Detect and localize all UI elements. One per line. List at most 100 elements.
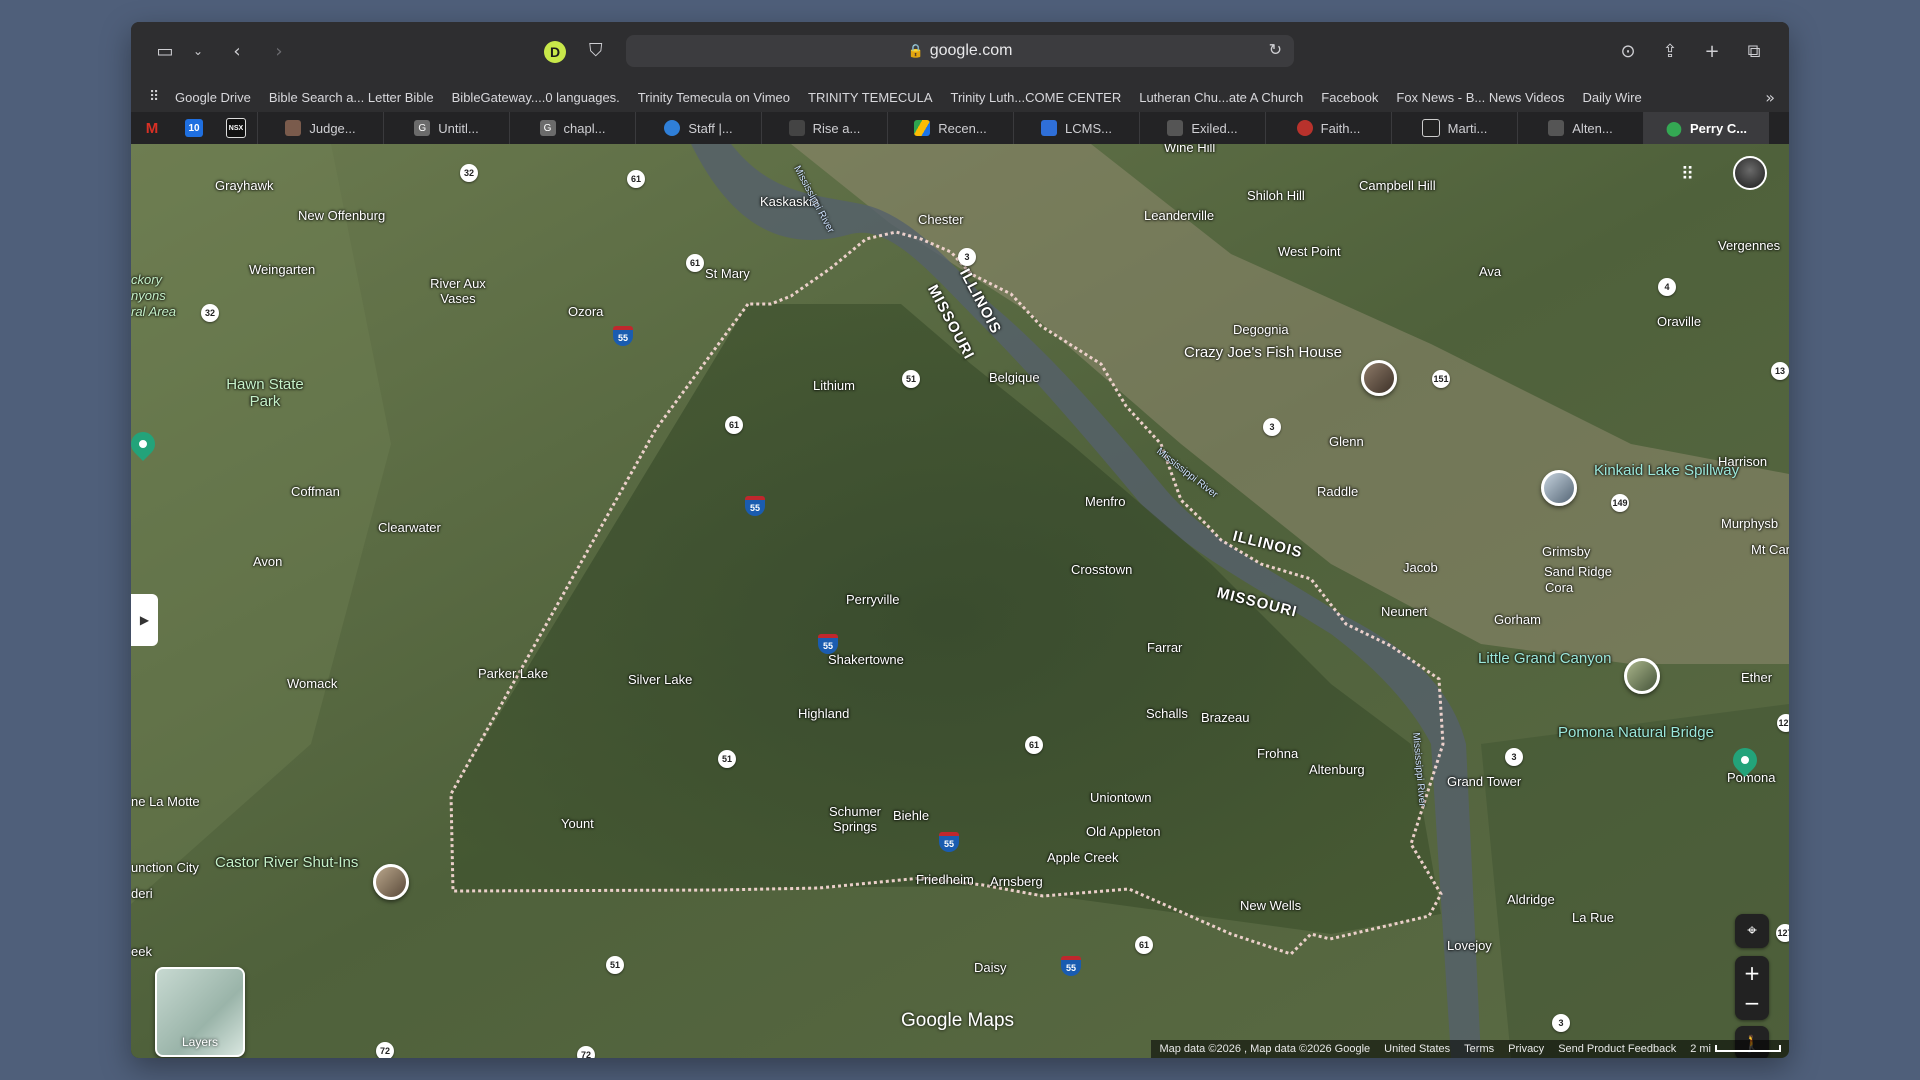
- place-label[interactable]: West Point: [1278, 244, 1341, 259]
- place-label[interactable]: Grayhawk: [215, 178, 274, 193]
- place-label[interactable]: Frohna: [1257, 746, 1298, 761]
- privacy-shield-icon[interactable]: ⛉: [589, 40, 609, 64]
- place-label[interactable]: Farrar: [1147, 640, 1182, 655]
- tab-exiled[interactable]: Exiled...: [1139, 112, 1265, 144]
- place-label[interactable]: Grand Tower: [1447, 774, 1521, 789]
- poi-crazy-joes-photo[interactable]: [1361, 360, 1397, 396]
- place-label[interactable]: Highland: [798, 706, 849, 721]
- pinned-tab-nsx[interactable]: NSX: [215, 112, 257, 144]
- place-label[interactable]: St Mary: [705, 266, 750, 281]
- poi-label-kinkaid[interactable]: Kinkaid Lake Spillway: [1594, 462, 1739, 479]
- bookmark-item[interactable]: Trinity Temecula on Vimeo: [638, 90, 790, 105]
- place-label[interactable]: eek: [131, 944, 152, 959]
- poi-castor-river-photo[interactable]: [373, 864, 409, 900]
- place-label[interactable]: Chester: [918, 212, 964, 227]
- region-link[interactable]: United States: [1384, 1043, 1450, 1055]
- place-label[interactable]: ne La Motte: [131, 794, 200, 809]
- place-label[interactable]: Brazeau: [1201, 710, 1249, 725]
- place-label[interactable]: Raddle: [1317, 484, 1358, 499]
- tab-judge[interactable]: Judge...: [257, 112, 383, 144]
- poi-label-pomona-natural-bridge[interactable]: Pomona Natural Bridge: [1558, 724, 1714, 741]
- place-label[interactable]: Glenn: [1329, 434, 1364, 449]
- place-label[interactable]: Biehle: [893, 808, 929, 823]
- tab-rise[interactable]: Rise a...: [761, 112, 887, 144]
- share-icon[interactable]: ⇪: [1659, 36, 1681, 66]
- place-label[interactable]: nyons: [131, 288, 166, 303]
- bookmark-item[interactable]: Google Drive: [175, 90, 251, 105]
- google-apps-icon[interactable]: ⠿: [1681, 164, 1694, 185]
- feedback-link[interactable]: Send Product Feedback: [1558, 1043, 1676, 1055]
- zoom-out-button[interactable]: −: [1744, 988, 1761, 1018]
- place-label[interactable]: Campbell Hill: [1359, 178, 1436, 193]
- place-label[interactable]: Lithium: [813, 378, 855, 393]
- place-label[interactable]: Gorham: [1494, 612, 1541, 627]
- place-label[interactable]: Apple Creek: [1047, 850, 1119, 865]
- place-label[interactable]: Arnsberg: [990, 874, 1043, 889]
- my-location-button[interactable]: ⌖: [1735, 914, 1769, 948]
- place-label[interactable]: Avon: [253, 554, 282, 569]
- place-label[interactable]: Uniontown: [1090, 790, 1151, 805]
- poi-little-grand-canyon-photo[interactable]: [1624, 658, 1660, 694]
- place-label[interactable]: Oraville: [1657, 314, 1701, 329]
- chevron-down-icon[interactable]: ⌄: [191, 36, 205, 66]
- apps-grid-icon[interactable]: ⠿: [149, 89, 165, 105]
- place-label[interactable]: unction City: [131, 860, 199, 875]
- privacy-link[interactable]: Privacy: [1508, 1043, 1544, 1055]
- tab-marti[interactable]: Marti...: [1391, 112, 1517, 144]
- poi-label-castor-river[interactable]: Castor River Shut-Ins: [215, 854, 358, 871]
- tab-faith[interactable]: Faith...: [1265, 112, 1391, 144]
- poi-label-little-grand-canyon[interactable]: Little Grand Canyon: [1478, 650, 1611, 667]
- place-label[interactable]: Clearwater: [378, 520, 441, 535]
- place-label[interactable]: Womack: [287, 676, 337, 691]
- place-label[interactable]: Shiloh Hill: [1247, 188, 1305, 203]
- place-label[interactable]: Ozora: [568, 304, 603, 319]
- forward-button[interactable]: ›: [269, 36, 289, 66]
- address-bar[interactable]: 🔒 google.com ↻: [626, 35, 1294, 67]
- bookmark-item[interactable]: Lutheran Chu...ate A Church: [1139, 90, 1303, 105]
- zoom-in-button[interactable]: +: [1744, 958, 1761, 988]
- sidebar-toggle-icon[interactable]: ▭: [153, 36, 177, 66]
- bookmark-item[interactable]: Trinity Luth...COME CENTER: [951, 90, 1122, 105]
- park-label[interactable]: Hawn State Park: [215, 376, 315, 410]
- place-label[interactable]: River Aux Vases: [423, 276, 493, 306]
- place-label[interactable]: Murphysb: [1721, 516, 1778, 531]
- place-label[interactable]: Schalls: [1146, 706, 1188, 721]
- side-panel-toggle-button[interactable]: ▶: [131, 594, 158, 646]
- tab-chapl[interactable]: Gchapl...: [509, 112, 635, 144]
- layers-button[interactable]: Layers: [155, 967, 245, 1057]
- place-label[interactable]: Ava: [1479, 264, 1501, 279]
- place-label[interactable]: Mt Car: [1751, 542, 1789, 557]
- place-label[interactable]: Pomona: [1727, 770, 1775, 785]
- new-tab-icon[interactable]: +: [1701, 36, 1723, 66]
- place-label[interactable]: Friedheim: [916, 872, 974, 887]
- place-label[interactable]: Wine Hill: [1164, 144, 1215, 155]
- place-label[interactable]: Altenburg: [1309, 762, 1365, 777]
- place-label[interactable]: Belgique: [989, 370, 1040, 385]
- place-label[interactable]: Weingarten: [249, 262, 315, 277]
- place-label[interactable]: Schumer Springs: [825, 804, 885, 834]
- bookmark-item[interactable]: TRINITY TEMECULA: [808, 90, 932, 105]
- pinned-tab-gmail[interactable]: M: [131, 112, 173, 144]
- scale-bar[interactable]: 2 mi: [1690, 1043, 1781, 1055]
- reload-icon[interactable]: ↻: [1269, 40, 1282, 59]
- place-label[interactable]: Leanderville: [1144, 208, 1214, 223]
- bookmark-item[interactable]: Facebook: [1321, 90, 1378, 105]
- place-label[interactable]: Daisy: [974, 960, 1007, 975]
- bookmark-item[interactable]: BibleGateway....0 languages.: [452, 90, 620, 105]
- poi-label-crazy-joes[interactable]: Crazy Joe's Fish House: [1184, 344, 1342, 361]
- bookmark-item[interactable]: Fox News - B... News Videos: [1396, 90, 1564, 105]
- tab-overview-icon[interactable]: ⧉: [1743, 36, 1765, 66]
- place-label[interactable]: Vergennes: [1718, 238, 1780, 253]
- chevron-double-right-icon[interactable]: »: [1765, 88, 1775, 107]
- place-label[interactable]: Shakertowne: [828, 652, 904, 667]
- place-label[interactable]: Cora: [1545, 580, 1573, 595]
- place-label[interactable]: Aldridge: [1507, 892, 1555, 907]
- place-label[interactable]: Sand Ridge: [1544, 564, 1612, 579]
- place-label[interactable]: Yount: [561, 816, 594, 831]
- place-label[interactable]: Perryville: [846, 592, 899, 607]
- place-label[interactable]: Crosstown: [1071, 562, 1132, 577]
- place-label[interactable]: Ether: [1741, 670, 1772, 685]
- terms-link[interactable]: Terms: [1464, 1043, 1494, 1055]
- place-label[interactable]: Grimsby: [1542, 544, 1590, 559]
- place-label[interactable]: Silver Lake: [628, 672, 692, 687]
